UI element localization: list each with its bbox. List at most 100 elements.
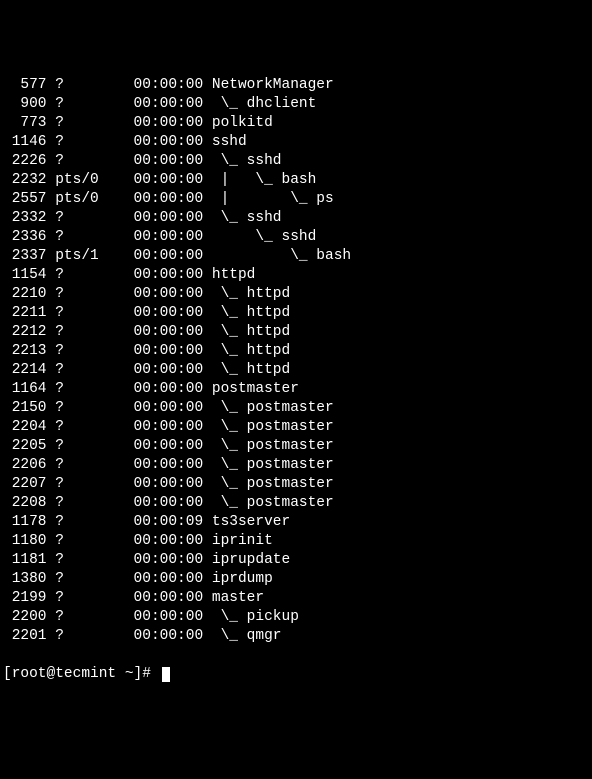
pid: 2232 — [3, 172, 47, 188]
process-row: 1178 ? 00:00:09 ts3server — [3, 513, 589, 532]
pid: 2199 — [3, 590, 47, 606]
process-row: 2212 ? 00:00:00 \_ httpd — [3, 323, 589, 342]
command: \_ postmaster — [212, 457, 334, 473]
tty: ? — [55, 457, 99, 473]
command: postmaster — [212, 381, 299, 397]
process-row: 2200 ? 00:00:00 \_ pickup — [3, 608, 589, 627]
pid: 2206 — [3, 457, 47, 473]
tty: ? — [55, 324, 99, 340]
process-row: 773 ? 00:00:00 polkitd — [3, 114, 589, 133]
pid: 1380 — [3, 571, 47, 587]
tty: ? — [55, 362, 99, 378]
pid: 577 — [3, 77, 47, 93]
command: \_ sshd — [212, 153, 282, 169]
pid: 2204 — [3, 419, 47, 435]
command: \_ postmaster — [212, 495, 334, 511]
process-row: 2210 ? 00:00:00 \_ httpd — [3, 285, 589, 304]
pid: 2207 — [3, 476, 47, 492]
cursor-icon — [162, 667, 170, 682]
command: master — [212, 590, 264, 606]
pid: 2208 — [3, 495, 47, 511]
pid: 2557 — [3, 191, 47, 207]
command: \_ sshd — [212, 229, 316, 245]
pid: 2201 — [3, 628, 47, 644]
command: ts3server — [212, 514, 290, 530]
pid: 2337 — [3, 248, 47, 264]
command: \_ pickup — [212, 609, 299, 625]
command: \_ postmaster — [212, 476, 334, 492]
command: \_ dhclient — [212, 96, 316, 112]
tty: ? — [55, 533, 99, 549]
command: \_ httpd — [212, 362, 290, 378]
time: 00:00:00 — [134, 457, 204, 473]
tty: ? — [55, 628, 99, 644]
time: 00:00:00 — [134, 495, 204, 511]
process-row: 2337 pts/1 00:00:00 \_ bash — [3, 247, 589, 266]
pid: 1164 — [3, 381, 47, 397]
time: 00:00:00 — [134, 590, 204, 606]
pid: 2332 — [3, 210, 47, 226]
process-row: 2211 ? 00:00:00 \_ httpd — [3, 304, 589, 323]
process-row: 2201 ? 00:00:00 \_ qmgr — [3, 627, 589, 646]
time: 00:00:00 — [134, 267, 204, 283]
pid: 2213 — [3, 343, 47, 359]
time: 00:00:00 — [134, 172, 204, 188]
tty: ? — [55, 571, 99, 587]
time: 00:00:00 — [134, 191, 204, 207]
command: NetworkManager — [212, 77, 334, 93]
command: \_ httpd — [212, 286, 290, 302]
time: 00:00:00 — [134, 134, 204, 150]
process-row: 2150 ? 00:00:00 \_ postmaster — [3, 399, 589, 418]
tty: ? — [55, 96, 99, 112]
command: iprupdate — [212, 552, 290, 568]
process-row: 1146 ? 00:00:00 sshd — [3, 133, 589, 152]
process-row: 2332 ? 00:00:00 \_ sshd — [3, 209, 589, 228]
time: 00:00:00 — [134, 552, 204, 568]
pid: 2200 — [3, 609, 47, 625]
shell-prompt-line[interactable]: [root@tecmint ~]# — [3, 665, 589, 684]
process-row: 2336 ? 00:00:00 \_ sshd — [3, 228, 589, 247]
shell-prompt: [root@tecmint ~]# — [3, 665, 160, 684]
tty: ? — [55, 134, 99, 150]
process-row: 2226 ? 00:00:00 \_ sshd — [3, 152, 589, 171]
command: \_ sshd — [212, 210, 282, 226]
pid: 2210 — [3, 286, 47, 302]
command: sshd — [212, 134, 247, 150]
time: 00:00:00 — [134, 96, 204, 112]
process-row: 2207 ? 00:00:00 \_ postmaster — [3, 475, 589, 494]
time: 00:00:00 — [134, 476, 204, 492]
process-row: 2232 pts/0 00:00:00 | \_ bash — [3, 171, 589, 190]
command: | \_ bash — [212, 172, 316, 188]
process-row: 2204 ? 00:00:00 \_ postmaster — [3, 418, 589, 437]
time: 00:00:00 — [134, 343, 204, 359]
tty: ? — [55, 343, 99, 359]
time: 00:00:00 — [134, 533, 204, 549]
tty: ? — [55, 514, 99, 530]
process-row: 2214 ? 00:00:00 \_ httpd — [3, 361, 589, 380]
pid: 1154 — [3, 267, 47, 283]
pid: 1180 — [3, 533, 47, 549]
command: \_ httpd — [212, 305, 290, 321]
pid: 2214 — [3, 362, 47, 378]
tty: ? — [55, 590, 99, 606]
tty: ? — [55, 609, 99, 625]
time: 00:00:00 — [134, 248, 204, 264]
time: 00:00:00 — [134, 628, 204, 644]
time: 00:00:00 — [134, 400, 204, 416]
tty: pts/0 — [55, 172, 99, 188]
command: \_ bash — [212, 248, 351, 264]
time: 00:00:00 — [134, 229, 204, 245]
process-row: 2213 ? 00:00:00 \_ httpd — [3, 342, 589, 361]
pid: 2336 — [3, 229, 47, 245]
pid: 2211 — [3, 305, 47, 321]
pid: 1178 — [3, 514, 47, 530]
command: \_ httpd — [212, 343, 290, 359]
tty: pts/0 — [55, 191, 99, 207]
time: 00:00:00 — [134, 419, 204, 435]
command: \_ httpd — [212, 324, 290, 340]
command: \_ postmaster — [212, 400, 334, 416]
command: | \_ ps — [212, 191, 334, 207]
time: 00:00:00 — [134, 609, 204, 625]
command: iprdump — [212, 571, 273, 587]
tty: ? — [55, 438, 99, 454]
